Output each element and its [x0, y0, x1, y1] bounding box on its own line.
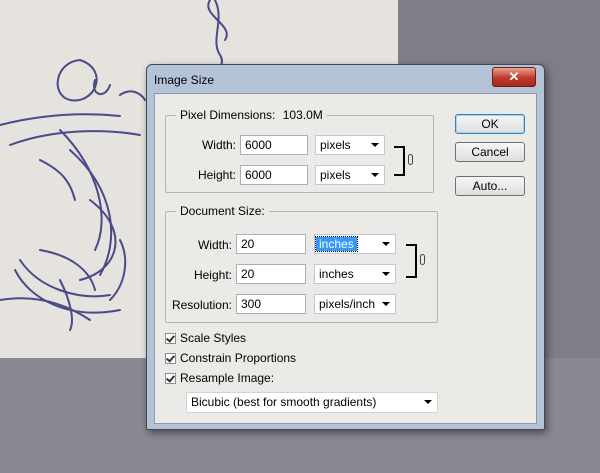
resample-image-checkbox[interactable] — [165, 373, 176, 384]
close-icon: ✕ — [508, 69, 520, 84]
constrain-proportions-label[interactable]: Constrain Proportions — [180, 351, 296, 365]
resolution-label: Resolution: — [171, 298, 232, 312]
ok-button[interactable]: OK — [455, 114, 525, 134]
pixel-link-bracket — [394, 146, 405, 176]
chevron-down-icon — [382, 302, 390, 306]
pixel-height-input[interactable]: 6000 — [240, 165, 308, 185]
chain-link-icon — [408, 154, 413, 165]
dialog-titlebar[interactable]: Image Size ✕ — [147, 65, 544, 93]
pixel-height-unit-select[interactable]: pixels — [315, 165, 385, 185]
doc-height-unit-select[interactable]: inches — [314, 264, 396, 284]
pixel-height-label: Height: — [197, 168, 236, 182]
doc-width-unit-select[interactable]: inches — [314, 234, 396, 254]
resample-method-select[interactable]: Bicubic (best for smooth gradients) — [186, 392, 438, 413]
image-size-dialog: Image Size ✕ Pixel Dimensions: 103.0M Wi… — [146, 64, 545, 430]
doc-width-label: Width: — [197, 238, 232, 252]
dialog-title: Image Size — [154, 73, 215, 87]
pixel-width-unit-select[interactable]: pixels — [315, 135, 385, 155]
chevron-down-icon — [371, 143, 379, 147]
pixel-width-input[interactable]: 6000 — [240, 135, 308, 155]
chain-link-icon — [420, 254, 425, 265]
pixel-dimensions-label: Pixel Dimensions: 103.0M — [176, 108, 327, 122]
resolution-unit-select[interactable]: pixels/inch — [314, 294, 396, 314]
scale-styles-checkbox[interactable] — [165, 333, 176, 344]
doc-height-label: Height: — [193, 268, 232, 282]
chevron-down-icon — [382, 272, 390, 276]
doc-width-input[interactable]: 20 — [236, 234, 306, 254]
cancel-button[interactable]: Cancel — [455, 142, 525, 162]
chevron-down-icon — [424, 400, 432, 404]
resolution-input[interactable]: 300 — [236, 294, 306, 314]
chevron-down-icon — [382, 242, 390, 246]
dialog-client-area: Pixel Dimensions: 103.0M Width: 6000 pix… — [154, 93, 537, 424]
pixel-dimensions-size: 103.0M — [282, 108, 323, 122]
resample-image-label[interactable]: Resample Image: — [180, 371, 274, 385]
constrain-proportions-checkbox[interactable] — [165, 353, 176, 364]
pixel-dimensions-group: Pixel Dimensions: 103.0M Width: 6000 pix… — [165, 108, 434, 193]
scale-styles-label[interactable]: Scale Styles — [180, 331, 246, 345]
auto-button[interactable]: Auto... — [455, 176, 525, 196]
document-link-bracket — [406, 244, 417, 278]
chevron-down-icon — [371, 173, 379, 177]
doc-height-input[interactable]: 20 — [236, 264, 306, 284]
document-size-label: Document Size: — [176, 204, 269, 218]
close-button[interactable]: ✕ — [492, 67, 536, 87]
document-size-group: Document Size: Width: 20 inches Height: … — [165, 204, 438, 323]
pixel-width-label: Width: — [201, 138, 236, 152]
